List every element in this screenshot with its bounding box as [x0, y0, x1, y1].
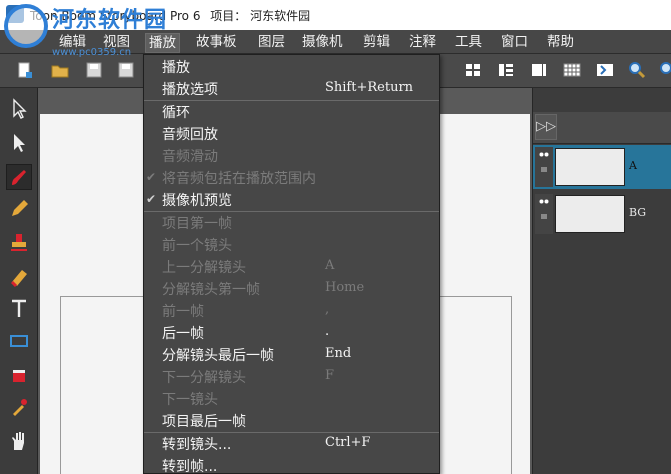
menu-window[interactable]: 窗口: [498, 33, 531, 53]
menu-tools[interactable]: 工具: [452, 33, 485, 53]
check-icon: ✔: [146, 170, 157, 184]
paint-bucket-icon[interactable]: [6, 362, 32, 388]
menu-item-panel-last-frame[interactable]: 分解镜头最后一帧 End: [144, 343, 439, 365]
new-icon[interactable]: [14, 60, 34, 80]
menu-caption[interactable]: 注释: [406, 33, 439, 53]
menu-item-go-to-frame[interactable]: 转到帧...: [144, 454, 439, 474]
menu-item-next-scene: 下一镜头: [162, 392, 218, 408]
menu-play[interactable]: 播放: [145, 33, 180, 53]
menu-item-include-audio: ✔ 将音频包括在播放范围内: [146, 170, 316, 187]
eraser-icon[interactable]: [6, 264, 32, 290]
menu-item-previous-scene: 前一个镜头: [162, 238, 232, 254]
menu-item-camera-preview[interactable]: ✔ 摄像机预览: [144, 188, 439, 210]
menu-bar: 编辑 视图 播放 故事板 图层 摄像机 剪辑 注释 工具 窗口 帮助: [0, 30, 671, 54]
timeline-icon[interactable]: [595, 60, 615, 80]
layers-header: ▷▷: [533, 112, 671, 144]
layer-controls: [535, 194, 553, 234]
menu-item-panel-first-frame: 分解镜头第一帧 Home: [162, 280, 365, 298]
shortcut-label: F: [325, 368, 335, 383]
shortcut-label: ,: [325, 302, 330, 317]
shortcut-label: Shift+Return: [325, 80, 414, 95]
layout-icon-3[interactable]: [529, 60, 549, 80]
check-icon: ✔: [146, 192, 157, 206]
menu-storyboard[interactable]: 故事板: [193, 33, 240, 53]
shortcut-label: End: [325, 346, 352, 361]
grid-icon[interactable]: [562, 60, 582, 80]
hand-icon[interactable]: [6, 428, 32, 454]
window-title: Toon Boom Storyboard Pro 6 项目： 河东软件园: [30, 7, 310, 24]
layer-thumbnail: [555, 195, 625, 233]
rectangle-icon[interactable]: [6, 328, 32, 354]
menu-edit[interactable]: 编辑: [56, 33, 89, 53]
save-as-icon[interactable]: [116, 60, 136, 80]
menu-item-next-frame[interactable]: 后一帧 .: [144, 321, 439, 343]
expand-icon[interactable]: ▷▷: [535, 114, 557, 140]
brush-icon[interactable]: [6, 164, 32, 190]
menu-item-audio-playback[interactable]: 音频回放: [144, 122, 439, 144]
shortcut-label: Ctrl+F: [325, 435, 371, 450]
menu-view[interactable]: 视图: [100, 33, 133, 53]
select-icon[interactable]: [6, 96, 32, 122]
menu-help[interactable]: 帮助: [544, 33, 577, 53]
layer-row[interactable]: BG: [533, 192, 671, 236]
menu-layer[interactable]: 图层: [255, 33, 288, 53]
project-label: 项目：: [210, 9, 247, 23]
menu-item-first-frame: 项目第一帧: [162, 216, 232, 232]
layer-controls: [535, 147, 553, 187]
layer-thumbnail: [555, 148, 625, 186]
eye-icon[interactable]: [539, 151, 549, 158]
layers-panel: ▷▷ A BG: [532, 88, 671, 474]
layer-name: A: [629, 159, 637, 172]
project-name: 河东软件园: [250, 9, 311, 23]
shortcut-label: A: [325, 258, 335, 273]
eye-icon[interactable]: [539, 198, 549, 205]
app-name: Toon Boom Storyboard Pro 6: [30, 9, 201, 23]
title-bar: Toon Boom Storyboard Pro 6 项目： 河东软件园: [0, 0, 671, 30]
zoom-in-icon[interactable]: [627, 60, 647, 80]
layout-icon-1[interactable]: [463, 60, 483, 80]
menu-item-loop[interactable]: 循环: [144, 100, 439, 122]
menu-item-play[interactable]: 播放: [144, 55, 439, 77]
shortcut-label: Home: [325, 280, 365, 295]
shortcut-label: .: [325, 324, 330, 339]
layout-icon-2[interactable]: [496, 60, 516, 80]
zoom-out-icon[interactable]: [658, 60, 671, 80]
dropper-icon[interactable]: [6, 394, 32, 420]
transform-icon[interactable]: [6, 130, 32, 156]
menu-cut[interactable]: 剪辑: [360, 33, 393, 53]
menu-item-play-options[interactable]: 播放选项 Shift+Return: [144, 77, 439, 99]
lock-icon[interactable]: [540, 163, 548, 172]
stamp-icon[interactable]: [6, 230, 32, 256]
open-icon[interactable]: [50, 60, 70, 80]
menu-camera[interactable]: 摄像机: [299, 33, 346, 53]
menu-item-previous-frame: 前一帧 ,: [162, 302, 330, 320]
layer-name: BG: [629, 206, 647, 219]
menu-item-go-to-scene[interactable]: 转到镜头... Ctrl+F: [144, 432, 439, 454]
layer-row[interactable]: A: [533, 145, 671, 189]
save-icon[interactable]: [84, 60, 104, 80]
play-menu-dropdown: 播放 播放选项 Shift+Return 循环 音频回放 音频滑动 ✔ 将音频包…: [143, 54, 440, 474]
menu-item-previous-panel: 上一分解镜头 A: [162, 258, 335, 276]
menu-item-next-panel: 下一分解镜头 F: [162, 368, 335, 386]
tools-panel: [0, 88, 38, 474]
menu-item-audio-scrub: 音频滑动: [162, 149, 218, 165]
lock-icon[interactable]: [540, 210, 548, 219]
menu-item-last-frame[interactable]: 项目最后一帧: [144, 409, 439, 431]
app-icon: [6, 5, 24, 23]
pencil-icon[interactable]: [6, 196, 32, 222]
text-icon[interactable]: [6, 296, 32, 322]
